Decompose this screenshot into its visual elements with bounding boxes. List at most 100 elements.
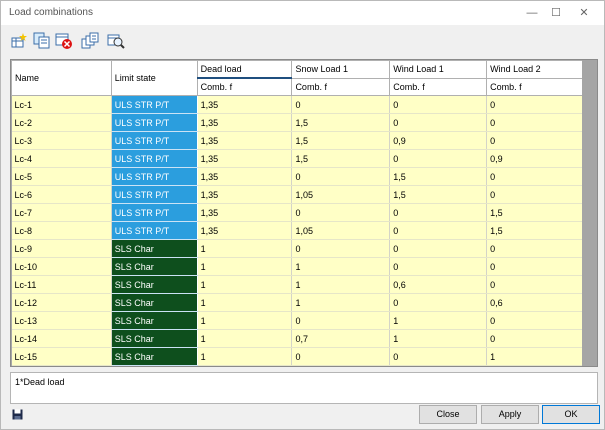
snow-load-1-factor-cell[interactable]: 0,7 xyxy=(291,329,391,348)
limit-state-cell[interactable]: ULS STR P/T xyxy=(111,95,198,114)
wind-load-2-factor-cell[interactable]: 0 xyxy=(486,275,583,294)
dead-load-factor-cell[interactable]: 1,35 xyxy=(197,221,293,240)
wind-load-1-factor-cell[interactable]: 0 xyxy=(389,239,488,258)
table-row[interactable]: Lc-6 ULS STR P/T 1,35 1,05 1,5 0 xyxy=(11,185,583,204)
limit-state-cell[interactable]: SLS Char xyxy=(111,275,198,294)
wind-load-2-factor-cell[interactable]: 0 xyxy=(486,239,583,258)
wind-load-2-factor-cell[interactable]: 0 xyxy=(486,113,583,132)
table-row[interactable]: Lc-9 SLS Char 1 0 0 0 xyxy=(11,239,583,258)
combination-name-cell[interactable]: Lc-15 xyxy=(11,347,112,366)
snow-load-1-factor-cell[interactable]: 0 xyxy=(291,311,391,330)
dead-load-factor-cell[interactable]: 1,35 xyxy=(197,203,293,222)
maximize-icon[interactable]: ☐ xyxy=(542,3,570,23)
dead-load-factor-cell[interactable]: 1 xyxy=(197,239,293,258)
close-button[interactable]: Close xyxy=(419,405,477,424)
table-row[interactable]: Lc-11 SLS Char 1 1 0,6 0 xyxy=(11,275,583,294)
combination-name-cell[interactable]: Lc-13 xyxy=(11,311,112,330)
table-row[interactable]: Lc-14 SLS Char 1 0,7 1 0 xyxy=(11,329,583,348)
table-row[interactable]: Lc-2 ULS STR P/T 1,35 1,5 0 0 xyxy=(11,113,583,132)
generate-combinations-icon[interactable] xyxy=(81,32,99,50)
snow-load-1-factor-cell[interactable]: 1,05 xyxy=(291,221,391,240)
snow-load-1-factor-cell[interactable]: 0 xyxy=(291,239,391,258)
limit-state-cell[interactable]: SLS Char xyxy=(111,329,198,348)
wind-load-1-factor-cell[interactable]: 1,5 xyxy=(389,167,488,186)
dead-load-factor-cell[interactable]: 1,35 xyxy=(197,113,293,132)
dead-load-factor-cell[interactable]: 1 xyxy=(197,365,293,366)
table-row[interactable]: Lc-5 ULS STR P/T 1,35 0 1,5 0 xyxy=(11,167,583,186)
wind-load-1-factor-cell[interactable]: 0 xyxy=(389,365,488,366)
snow-load-1-factor-cell[interactable]: 0 xyxy=(291,347,391,366)
wind-load-1-factor-cell[interactable]: 0 xyxy=(389,221,488,240)
limit-state-cell[interactable]: SLS Char xyxy=(111,257,198,276)
table-row[interactable]: Lc-13 SLS Char 1 0 1 0 xyxy=(11,311,583,330)
column-header-snow-load-1[interactable]: Snow Load 1 xyxy=(291,60,391,79)
wind-load-2-factor-cell[interactable]: 1 xyxy=(486,347,583,366)
wind-load-2-factor-cell[interactable]: 1,5 xyxy=(486,221,583,240)
table-row[interactable]: Lc-7 ULS STR P/T 1,35 0 0 1,5 xyxy=(11,203,583,222)
combination-name-cell[interactable]: Lc-2 xyxy=(11,113,112,132)
combination-name-cell[interactable]: Lc-9 xyxy=(11,239,112,258)
wind-load-1-factor-cell[interactable]: 0,9 xyxy=(389,131,488,150)
snow-load-1-factor-cell[interactable]: 0,7 xyxy=(291,365,391,366)
snow-load-1-factor-cell[interactable]: 0 xyxy=(291,95,391,114)
limit-state-cell[interactable]: ULS STR P/T xyxy=(111,203,198,222)
snow-load-1-factor-cell[interactable]: 0 xyxy=(291,167,391,186)
dead-load-factor-cell[interactable]: 1 xyxy=(197,329,293,348)
combination-name-cell[interactable]: Lc-3 xyxy=(11,131,112,150)
limit-state-cell[interactable]: SLS Char xyxy=(111,365,198,366)
add-combination-icon[interactable] xyxy=(11,32,29,50)
table-row[interactable]: Lc-16SLS Char10,701 xyxy=(11,365,583,366)
combination-name-cell[interactable]: Lc-4 xyxy=(11,149,112,168)
apply-button[interactable]: Apply xyxy=(481,405,539,424)
wind-load-2-factor-cell[interactable]: 0 xyxy=(486,257,583,276)
wind-load-2-factor-cell[interactable]: 0 xyxy=(486,185,583,204)
combination-name-cell[interactable]: Lc-5 xyxy=(11,167,112,186)
wind-load-2-factor-cell[interactable]: 1,5 xyxy=(486,203,583,222)
dead-load-factor-cell[interactable]: 1,35 xyxy=(197,149,293,168)
wind-load-1-factor-cell[interactable]: 0 xyxy=(389,203,488,222)
delete-combination-icon[interactable] xyxy=(55,32,73,50)
limit-state-cell[interactable]: SLS Char xyxy=(111,293,198,312)
snow-load-1-factor-cell[interactable]: 1,05 xyxy=(291,185,391,204)
wind-load-1-factor-cell[interactable]: 0 xyxy=(389,113,488,132)
wind-load-2-factor-cell[interactable]: 0 xyxy=(486,95,583,114)
snow-load-1-factor-cell[interactable]: 1 xyxy=(291,257,391,276)
table-row[interactable]: Lc-12 SLS Char 1 1 0 0,6 xyxy=(11,293,583,312)
wind-load-1-factor-cell[interactable]: 0,6 xyxy=(389,275,488,294)
dead-load-factor-cell[interactable]: 1 xyxy=(197,347,293,366)
wind-load-2-factor-cell[interactable]: 0 xyxy=(486,311,583,330)
dead-load-factor-cell[interactable]: 1,35 xyxy=(197,95,293,114)
wind-load-1-factor-cell[interactable]: 1 xyxy=(389,329,488,348)
zoom-icon[interactable] xyxy=(107,32,125,50)
wind-load-1-factor-cell[interactable]: 1 xyxy=(389,311,488,330)
wind-load-2-factor-cell[interactable]: 0 xyxy=(486,167,583,186)
limit-state-cell[interactable]: ULS STR P/T xyxy=(111,113,198,132)
limit-state-cell[interactable]: ULS STR P/T xyxy=(111,221,198,240)
table-row[interactable]: Lc-4 ULS STR P/T 1,35 1,5 0 0,9 xyxy=(11,149,583,168)
column-header-limit-state[interactable]: Limit state xyxy=(110,60,198,96)
table-row[interactable]: Lc-15 SLS Char 1 0 0 1 xyxy=(11,347,583,366)
snow-load-1-factor-cell[interactable]: 1 xyxy=(291,275,391,294)
snow-load-1-factor-cell[interactable]: 1,5 xyxy=(291,149,391,168)
combination-name-cell[interactable]: Lc-14 xyxy=(11,329,112,348)
wind-load-2-factor-cell[interactable]: 0,9 xyxy=(486,149,583,168)
grid-vertical-scrollbar[interactable] xyxy=(582,59,598,367)
limit-state-cell[interactable]: ULS STR P/T xyxy=(111,185,198,204)
snow-load-1-factor-cell[interactable]: 1,5 xyxy=(291,113,391,132)
dead-load-factor-cell[interactable]: 1 xyxy=(197,275,293,294)
limit-state-cell[interactable]: SLS Char xyxy=(111,239,198,258)
wind-load-2-factor-cell[interactable]: 0 xyxy=(486,131,583,150)
column-header-wind-load-1[interactable]: Wind Load 1 xyxy=(389,60,488,79)
limit-state-cell[interactable]: SLS Char xyxy=(111,347,198,366)
combination-name-cell[interactable]: Lc-12 xyxy=(11,293,112,312)
limit-state-cell[interactable]: SLS Char xyxy=(111,311,198,330)
copy-combination-icon[interactable] xyxy=(33,32,51,50)
limit-state-cell[interactable]: ULS STR P/T xyxy=(111,149,198,168)
wind-load-1-factor-cell[interactable]: 1,5 xyxy=(389,185,488,204)
table-row[interactable]: Lc-8 ULS STR P/T 1,35 1,05 0 1,5 xyxy=(11,221,583,240)
save-icon[interactable] xyxy=(12,409,23,420)
combination-name-cell[interactable]: Lc-16 xyxy=(11,365,112,366)
column-header-dead-load[interactable]: Dead load xyxy=(196,60,293,79)
snow-load-1-factor-cell[interactable]: 1,5 xyxy=(291,131,391,150)
table-row[interactable]: Lc-3 ULS STR P/T 1,35 1,5 0,9 0 xyxy=(11,131,583,150)
